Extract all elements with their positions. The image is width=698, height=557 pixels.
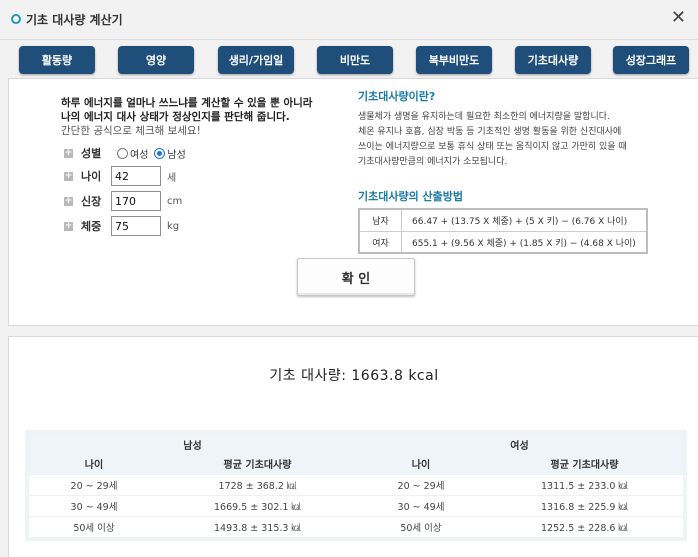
age-row: + 나이 세 bbox=[64, 166, 176, 186]
height-input[interactable] bbox=[111, 191, 161, 211]
male-label: 남성 bbox=[167, 149, 186, 161]
intro-text: 하루 에너지를 얼마나 쓰느냐를 계산할 수 있을 뿐 아니라 나의 에너지 대… bbox=[61, 96, 361, 138]
female-avg-cell: 1311.5 ± 233.0 ㎉ bbox=[541, 480, 628, 492]
male-avg-cell: 1728 ± 368.2 ㎉ bbox=[218, 480, 297, 492]
female-age-cell: 20 ~ 29세 bbox=[397, 480, 445, 492]
confirm-button[interactable]: 확 인 bbox=[297, 258, 415, 296]
formula-table: 남자 66.47 + (13.75 X 체중) + (5 X 키) − (6.7… bbox=[358, 208, 648, 254]
weight-input[interactable] bbox=[111, 216, 161, 236]
female-label: 여성 bbox=[130, 149, 149, 161]
female-age-col: 나이 bbox=[356, 454, 486, 474]
bmr-info: 기초대사량이란? 생물체가 생명을 유지하는데 필요한 최소한의 에너지량을 말… bbox=[358, 88, 658, 254]
intro-line-1: 하루 에너지를 얼마나 쓰느냐를 계산할 수 있을 뿐 아니라 bbox=[61, 97, 313, 109]
formula-text: 655.1 + (9.56 X 체중) + (1.85 X 키) − (4.68… bbox=[412, 238, 636, 249]
male-age-cell: 50세 이상 bbox=[73, 522, 115, 534]
height-row: + 신장 cm bbox=[64, 191, 182, 211]
formula-row-female: 여자 655.1 + (9.56 X 체중) + (1.85 X 키) − (4… bbox=[360, 231, 646, 252]
male-radio[interactable] bbox=[154, 147, 166, 159]
female-avg-col: 평균 기초대사량 bbox=[486, 454, 683, 474]
method-heading: 기초대사량의 산출방법 bbox=[358, 190, 464, 203]
info-paragraph: 생물체가 생명을 유지하는데 필요한 최소한의 에너지량을 말합니다. 체온 유… bbox=[358, 110, 658, 170]
tab-growth-chart[interactable]: 성장그래프 bbox=[613, 46, 689, 74]
plus-icon: + bbox=[64, 147, 73, 158]
male-header: 남성 bbox=[29, 434, 356, 454]
female-avg-cell: 1316.8 ± 225.9 ㎉ bbox=[541, 501, 628, 513]
male-age-cell: 30 ~ 49세 bbox=[70, 501, 118, 513]
bmr-result: 기초 대사량: 1663.8 kcal bbox=[269, 368, 439, 384]
result-panel: 기초 대사량: 1663.8 kcal 남성 여성 나이 평균 기초대사량 나이… bbox=[8, 336, 698, 557]
table-row: 20 ~ 29세 1728 ± 368.2 ㎉ 20 ~ 29세 1311.5 … bbox=[29, 474, 683, 495]
plus-icon: + bbox=[64, 195, 73, 206]
tab-bar: 활동량 영양 생리/가임일 비만도 복부비만도 기초대사량 성장그래프 bbox=[0, 46, 698, 76]
height-unit: cm bbox=[167, 195, 183, 207]
female-age-cell: 30 ~ 49세 bbox=[397, 501, 445, 513]
close-icon[interactable]: ✕ bbox=[671, 8, 686, 28]
male-age-col: 나이 bbox=[29, 454, 159, 474]
female-age-cell: 50세 이상 bbox=[400, 522, 442, 534]
formula-row-male: 남자 66.47 + (13.75 X 체중) + (5 X 키) − (6.7… bbox=[360, 210, 646, 231]
male-avg-cell: 1669.5 ± 302.1 ㎉ bbox=[214, 501, 301, 513]
info-line-4: 기초대사량만큼의 에너지가 소모됩니다. bbox=[358, 157, 508, 167]
app-dot-icon bbox=[11, 14, 21, 24]
intro-line-2: 나의 에너지 대사 상태가 정상인지를 판단해 줍니다. bbox=[61, 111, 290, 123]
info-line-2: 체온 유지나 호흡, 심장 박동 등 기초적인 생명 활동을 위한 신진대사에 bbox=[358, 127, 622, 137]
male-age-cell: 20 ~ 29세 bbox=[70, 480, 118, 492]
tab-menstrual[interactable]: 생리/가임일 bbox=[218, 46, 294, 74]
height-label: 신장 bbox=[81, 195, 102, 208]
tab-nutrition[interactable]: 영양 bbox=[118, 46, 194, 74]
tab-bmr[interactable]: 기초대사량 bbox=[515, 46, 591, 74]
tab-abdominal-obesity[interactable]: 복부비만도 bbox=[416, 46, 492, 74]
weight-unit: kg bbox=[167, 220, 180, 232]
formula-gender: 여자 bbox=[360, 232, 402, 252]
tab-activity[interactable]: 활동량 bbox=[19, 46, 95, 74]
gender-label: 성별 bbox=[81, 147, 102, 160]
reference-table: 남성 여성 나이 평균 기초대사량 나이 평균 기초대사량 20 ~ 29세 1… bbox=[25, 430, 687, 541]
age-label: 나이 bbox=[81, 170, 102, 183]
female-avg-cell: 1252.5 ± 228.6 ㎉ bbox=[541, 522, 628, 534]
window-title: 기초 대사량 계산기 bbox=[26, 13, 123, 27]
table-row: 50세 이상 1493.8 ± 315.3 ㎉ 50세 이상 1252.5 ± … bbox=[29, 516, 683, 537]
info-line-1: 생물체가 생명을 유지하는데 필요한 최소한의 에너지량을 말합니다. bbox=[358, 112, 610, 122]
gender-row: + 성별 여성 남성 bbox=[64, 143, 186, 163]
weight-row: + 체중 kg bbox=[64, 216, 179, 236]
plus-icon: + bbox=[64, 220, 73, 231]
table-row: 30 ~ 49세 1669.5 ± 302.1 ㎉ 30 ~ 49세 1316.… bbox=[29, 495, 683, 516]
title-bar: 기초 대사량 계산기 ✕ bbox=[0, 0, 698, 40]
female-header: 여성 bbox=[356, 434, 683, 454]
info-line-3: 쓰이는 에너지량으로 보통 휴식 상태 또는 움직이지 않고 가만히 있을 때 bbox=[358, 142, 627, 152]
intro-line-3: 간단한 공식으로 체크해 보세요! bbox=[61, 125, 201, 137]
female-radio[interactable] bbox=[117, 147, 128, 159]
input-panel: 하루 에너지를 얼마나 쓰느냐를 계산할 수 있을 뿐 아니라 나의 에너지 대… bbox=[8, 78, 698, 326]
age-input[interactable] bbox=[111, 166, 161, 186]
info-heading: 기초대사량이란? bbox=[358, 90, 436, 103]
age-unit: 세 bbox=[167, 172, 177, 184]
male-avg-cell: 1493.8 ± 315.3 ㎉ bbox=[214, 522, 301, 534]
tab-obesity[interactable]: 비만도 bbox=[317, 46, 393, 74]
plus-icon: + bbox=[64, 170, 73, 181]
formula-gender: 남자 bbox=[360, 210, 402, 231]
male-avg-col: 평균 기초대사량 bbox=[159, 454, 356, 474]
formula-text: 66.47 + (13.75 X 체중) + (5 X 키) − (6.76 X… bbox=[412, 217, 628, 227]
weight-label: 체중 bbox=[81, 220, 102, 233]
